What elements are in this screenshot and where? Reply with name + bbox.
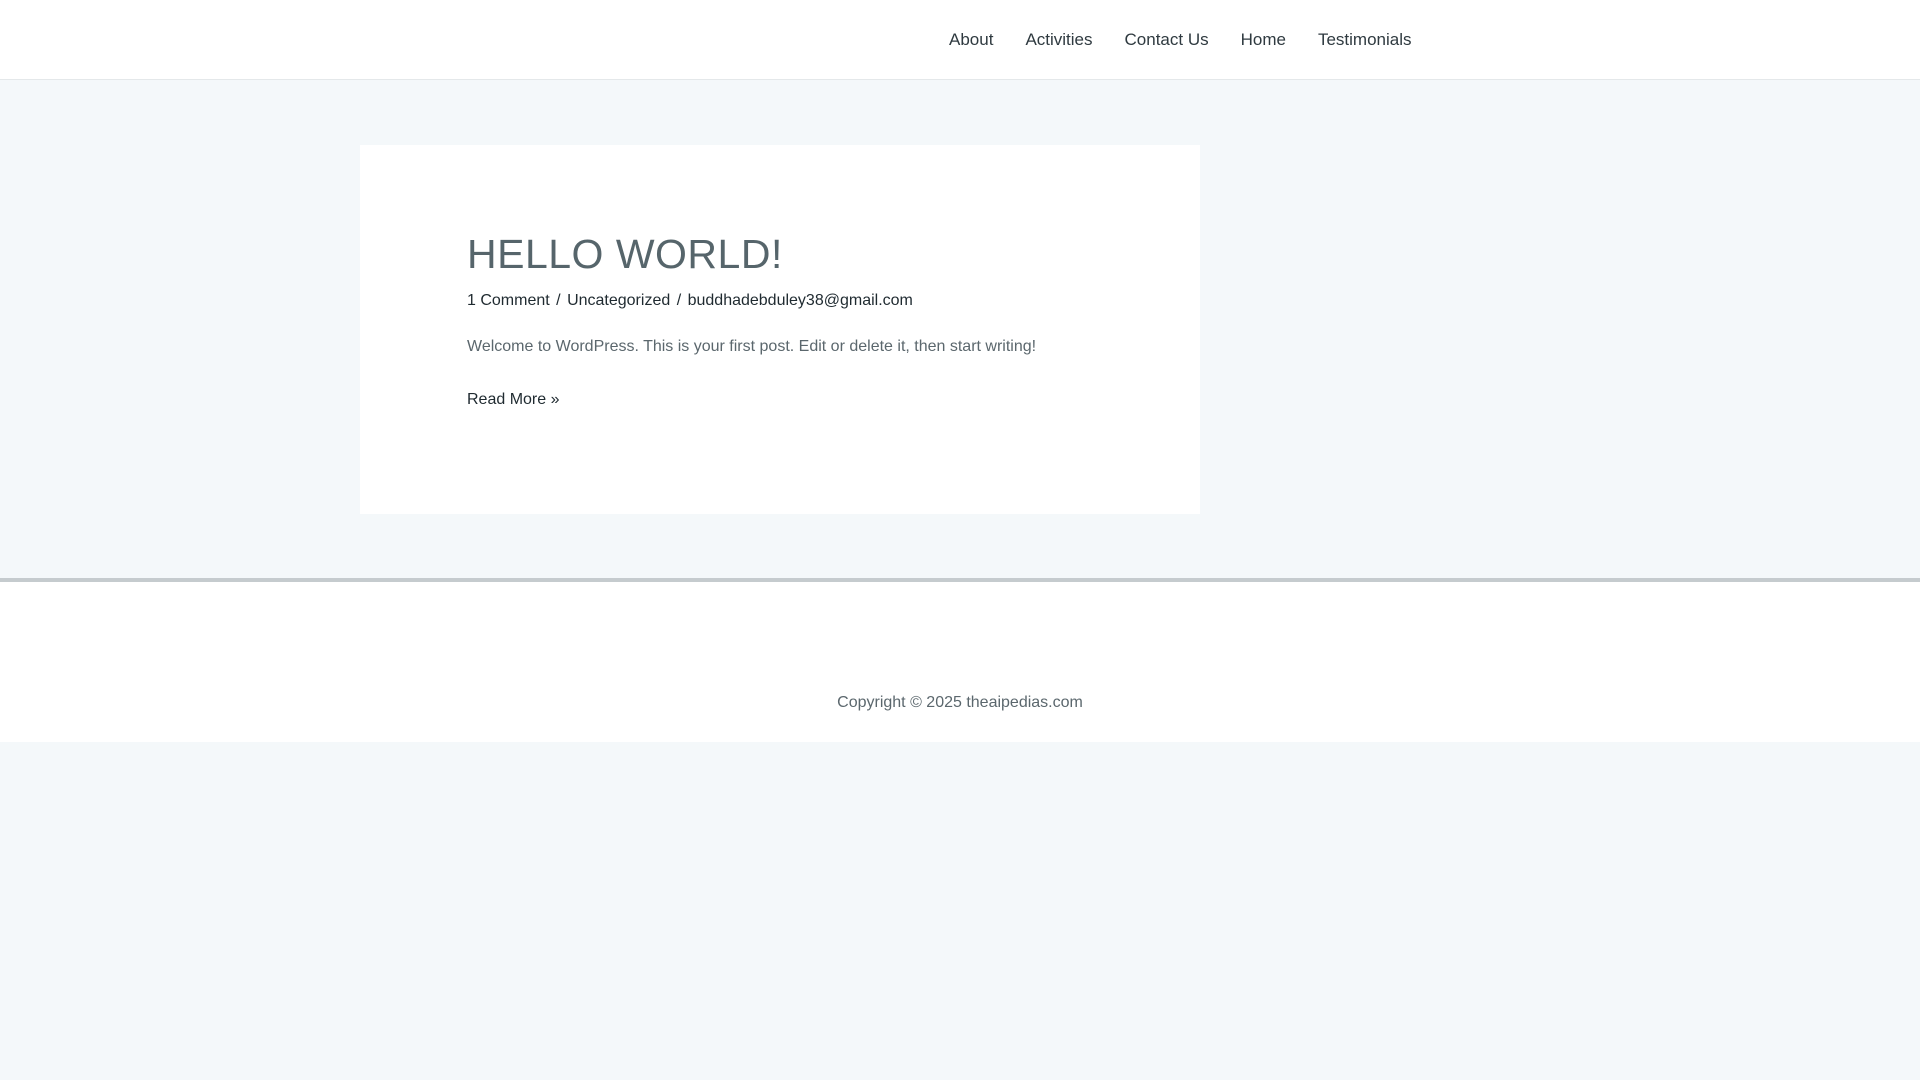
post-card: HELLO WORLD! 1 Comment / Uncategorized /… <box>360 145 1200 514</box>
main-navigation: About Activities Contact Us Home Testimo… <box>933 0 1428 79</box>
post-category-link[interactable]: Uncategorized <box>567 292 670 309</box>
nav-item-activities[interactable]: Activities <box>1009 0 1108 79</box>
read-more-link[interactable]: Read More » <box>467 391 560 409</box>
nav-item-about[interactable]: About <box>933 0 1009 79</box>
site-header: About Activities Contact Us Home Testimo… <box>0 0 1920 80</box>
post-title[interactable]: HELLO WORLD! <box>467 231 783 278</box>
meta-separator: / <box>676 292 682 309</box>
post-author-link[interactable]: buddhadebduley38@gmail.com <box>688 292 913 309</box>
nav-item-contact-us[interactable]: Contact Us <box>1109 0 1225 79</box>
copyright-text: Copyright © 2025 theaipedias.com <box>837 694 1083 711</box>
nav-item-home[interactable]: Home <box>1225 0 1302 79</box>
site-footer: Copyright © 2025 theaipedias.com <box>0 578 1920 742</box>
post-excerpt: Welcome to WordPress. This is your first… <box>467 338 1037 355</box>
nav-item-testimonials[interactable]: Testimonials <box>1302 0 1428 79</box>
meta-separator: / <box>556 292 561 309</box>
post-comments-link[interactable]: 1 Comment <box>467 292 550 309</box>
post-meta: 1 Comment / Uncategorized / buddhadebdul… <box>467 292 913 310</box>
